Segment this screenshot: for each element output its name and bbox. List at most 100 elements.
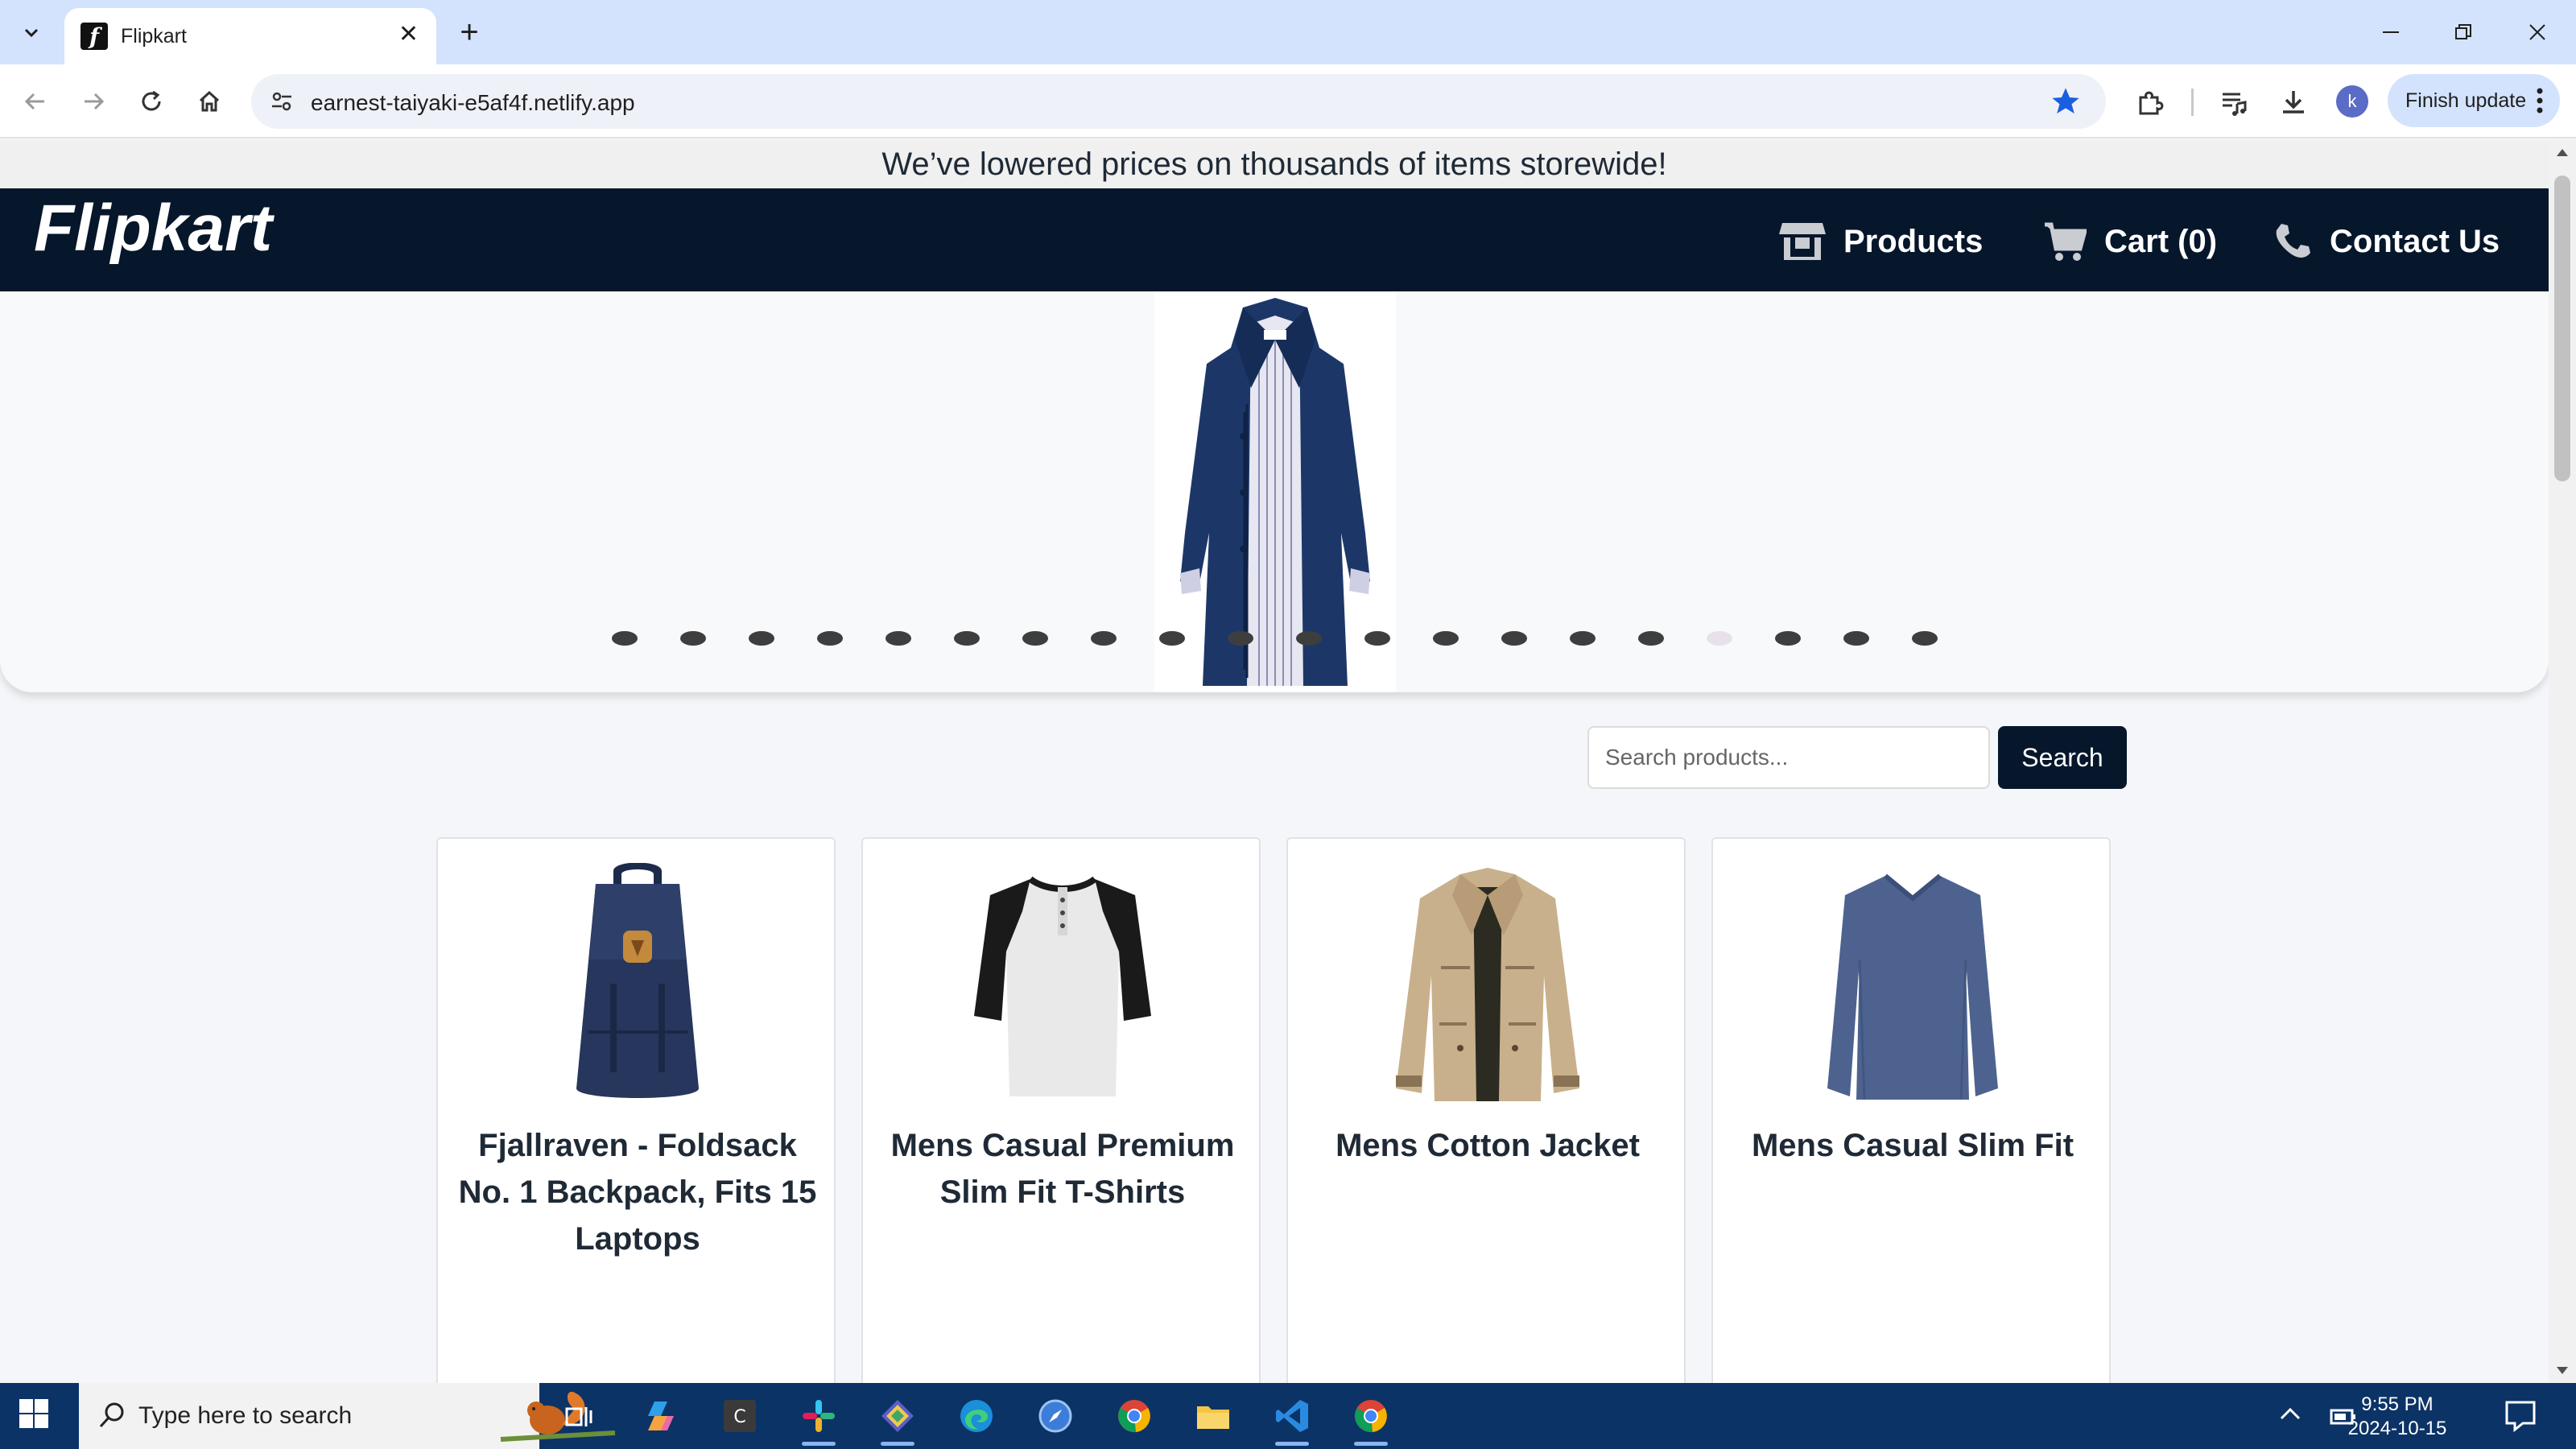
minimize-button[interactable] (2367, 13, 2415, 52)
carousel-dot[interactable] (749, 631, 774, 646)
windows-taskbar: Type here to search C 9:55 PM 2024-10-15 (0, 1383, 2576, 1449)
reload-button[interactable] (132, 82, 171, 121)
profile-avatar[interactable]: k (2336, 85, 2368, 118)
taskbar-chrome-active[interactable] (1349, 1394, 1393, 1446)
product-card[interactable]: Mens Cotton Jacket (1286, 837, 1686, 1383)
scrollbar-thumb[interactable] (2554, 175, 2570, 481)
back-arrow-icon (24, 93, 44, 110)
download-icon (2283, 91, 2304, 114)
downloads-button[interactable] (2275, 84, 2312, 121)
taskbar-slack[interactable] (797, 1394, 840, 1446)
restore-button[interactable] (2439, 13, 2487, 52)
product-card[interactable]: Mens Casual Slim Fit (1711, 837, 2111, 1383)
product-title[interactable]: Mens Casual Premium Slim Fit T-Shirts (879, 1122, 1246, 1216)
system-clock[interactable]: 9:55 PM 2024-10-15 (2333, 1393, 2462, 1441)
carousel-dot[interactable] (1433, 631, 1459, 646)
close-window-button[interactable] (2513, 13, 2562, 52)
taskbar-search-box[interactable]: Type here to search (79, 1383, 616, 1449)
chrome-icon (1118, 1400, 1150, 1433)
product-card[interactable]: Mens Casual Premium Slim Fit T-Shirts (861, 837, 1261, 1383)
close-tab-icon[interactable]: ✕ (398, 23, 419, 47)
scroll-down-arrow-icon[interactable] (2555, 1365, 2570, 1377)
chrome-icon (1355, 1400, 1387, 1433)
carousel-dot[interactable] (1912, 631, 1938, 646)
carousel-dot[interactable] (1638, 631, 1664, 646)
carousel-dot[interactable] (1022, 631, 1048, 646)
svg-text:C: C (733, 1407, 745, 1427)
bookmark-star-icon[interactable] (2050, 85, 2082, 118)
carousel-dot[interactable] (612, 631, 638, 646)
taskbar-task-view[interactable] (557, 1394, 601, 1438)
flipkart-favicon-icon: f (80, 23, 108, 50)
site-logo[interactable]: Flipkart (34, 188, 272, 269)
compass-icon (1038, 1399, 1072, 1433)
carousel-dot[interactable] (1296, 631, 1322, 646)
carousel-pagination (0, 631, 2549, 647)
search-button[interactable]: Search (1998, 726, 2127, 789)
product-search-input[interactable] (1587, 726, 1990, 789)
nav-cart-label: Cart (0) (2104, 223, 2218, 259)
folder-icon (1197, 1406, 1229, 1429)
cart-icon (2045, 222, 2087, 261)
product-title[interactable]: Mens Cotton Jacket (1304, 1122, 1671, 1169)
taskbar-edge[interactable] (955, 1394, 998, 1438)
reload-icon (142, 90, 161, 111)
scroll-up-arrow-icon[interactable] (2555, 147, 2570, 158)
new-tab-button[interactable]: + (451, 14, 488, 52)
taskbar-app-c[interactable]: C (718, 1394, 762, 1438)
carousel-dot[interactable] (954, 631, 980, 646)
raglan-tshirt-image (974, 876, 1151, 1096)
carousel-dot[interactable] (1501, 631, 1527, 646)
finish-update-button[interactable]: Finish update (2388, 74, 2560, 127)
windows-start-icon[interactable] (18, 1397, 50, 1430)
slack-icon (803, 1400, 835, 1432)
nav-products[interactable]: Products (1779, 217, 1983, 266)
carousel-dot[interactable] (1570, 631, 1596, 646)
carousel-dot[interactable] (1228, 631, 1253, 646)
tab-search-button[interactable] (11, 13, 52, 53)
carousel-dot[interactable] (1843, 631, 1869, 646)
forward-button[interactable] (74, 82, 113, 121)
restore-icon (2455, 24, 2471, 39)
task-view-icon (565, 1407, 592, 1426)
carousel-dot[interactable] (817, 631, 843, 646)
home-button[interactable] (190, 82, 229, 121)
carousel-dot[interactable] (886, 631, 911, 646)
clock-time: 9:55 PM (2361, 1393, 2434, 1415)
store-icon (1779, 223, 1826, 260)
taskbar-git-app[interactable] (876, 1394, 919, 1446)
edge-icon (960, 1400, 993, 1432)
url-text[interactable]: earnest-taiyaki-e5af4f.netlify.app (311, 90, 635, 116)
taskbar-file-explorer[interactable] (1191, 1394, 1235, 1438)
extensions-button[interactable] (2132, 84, 2169, 121)
copilot-icon (648, 1402, 674, 1430)
carousel-dot[interactable] (1707, 631, 1732, 646)
carousel-dot[interactable] (1159, 631, 1185, 646)
phone-icon (2276, 224, 2310, 258)
site-settings-icon[interactable] (269, 89, 295, 114)
browser-toolbar: earnest-taiyaki-e5af4f.netlify.app (0, 64, 2576, 138)
notifications-icon[interactable] (2504, 1399, 2537, 1433)
nav-cart[interactable]: Cart (0) (2043, 217, 2217, 266)
taskbar-vscode[interactable] (1270, 1394, 1314, 1446)
browser-tab[interactable]: f Flipkart ✕ (64, 8, 436, 64)
taskbar-safari-like-app[interactable] (1034, 1394, 1077, 1438)
backpack-image (576, 863, 699, 1098)
taskbar-chrome[interactable] (1113, 1394, 1156, 1438)
product-title[interactable]: Mens Casual Slim Fit (1729, 1122, 2096, 1169)
page-scrollbar[interactable] (2549, 140, 2576, 1383)
address-bar[interactable]: earnest-taiyaki-e5af4f.netlify.app (251, 74, 2106, 129)
product-title[interactable]: Fjallraven - Foldsack No. 1 Backpack, Fi… (454, 1122, 821, 1262)
show-hidden-icons-chevron-icon[interactable] (2278, 1402, 2302, 1426)
hero-carousel[interactable] (0, 291, 2549, 692)
carousel-dot[interactable] (1775, 631, 1801, 646)
carousel-dot[interactable] (1364, 631, 1390, 646)
carousel-dot[interactable] (680, 631, 706, 646)
page-viewport: We’ve lowered prices on thousands of ite… (0, 140, 2549, 1383)
back-button[interactable] (16, 82, 55, 121)
media-controls-button[interactable] (2215, 84, 2252, 121)
nav-contact[interactable]: Contact Us (2273, 217, 2500, 266)
carousel-dot[interactable] (1091, 631, 1117, 646)
product-card[interactable]: Fjallraven - Foldsack No. 1 Backpack, Fi… (436, 837, 836, 1383)
taskbar-copilot[interactable] (639, 1394, 683, 1438)
